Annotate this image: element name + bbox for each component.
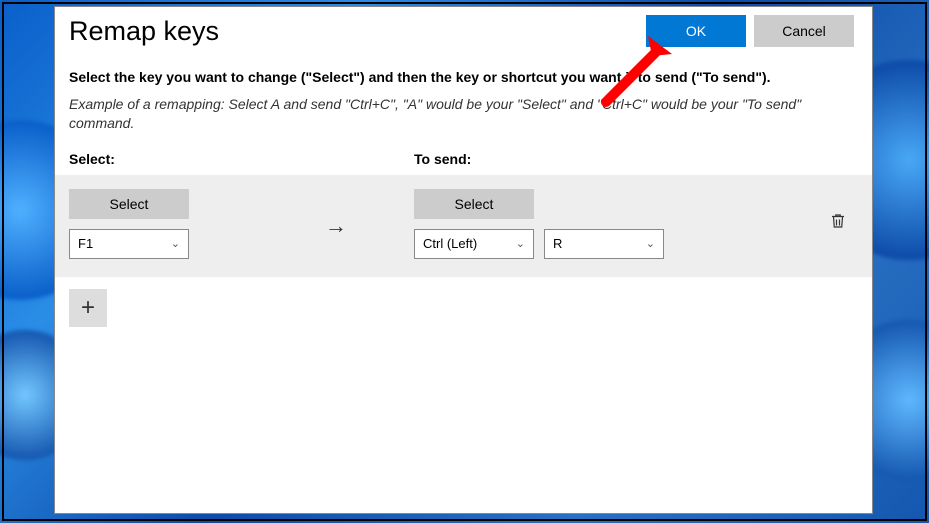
cancel-button[interactable]: Cancel <box>754 15 854 47</box>
chevron-down-icon: ⌄ <box>171 237 180 250</box>
chevron-down-icon: ⌄ <box>516 237 525 250</box>
delete-row-button[interactable] <box>829 218 847 235</box>
page-title: Remap keys <box>69 16 638 47</box>
chevron-down-icon: ⌄ <box>646 237 655 250</box>
instructions-text: Select the key you want to change ("Sele… <box>69 69 858 85</box>
to-key-dropdown[interactable]: R ⌄ <box>544 229 664 259</box>
to-modifier-value: Ctrl (Left) <box>423 236 477 251</box>
from-key-value: F1 <box>78 236 93 251</box>
to-key-value: R <box>553 236 562 251</box>
remap-keys-window: Remap keys OK Cancel Select the key you … <box>54 6 873 514</box>
from-select-button[interactable]: Select <box>69 189 189 219</box>
to-select-button[interactable]: Select <box>414 189 534 219</box>
column-header-tosend: To send: <box>414 151 858 167</box>
mapping-row: Select F1 ⌄ → Select Ctrl (Left) ⌄ <box>55 175 872 277</box>
arrow-icon: → <box>325 213 347 239</box>
from-key-dropdown[interactable]: F1 ⌄ <box>69 229 189 259</box>
column-header-select: Select: <box>69 151 414 167</box>
to-modifier-dropdown[interactable]: Ctrl (Left) ⌄ <box>414 229 534 259</box>
trash-icon <box>829 211 847 231</box>
ok-button[interactable]: OK <box>646 15 746 47</box>
plus-icon: + <box>81 294 95 321</box>
example-text: Example of a remapping: Select A and sen… <box>69 95 858 133</box>
title-bar: Remap keys OK Cancel <box>55 7 872 47</box>
add-mapping-button[interactable]: + <box>69 289 107 327</box>
